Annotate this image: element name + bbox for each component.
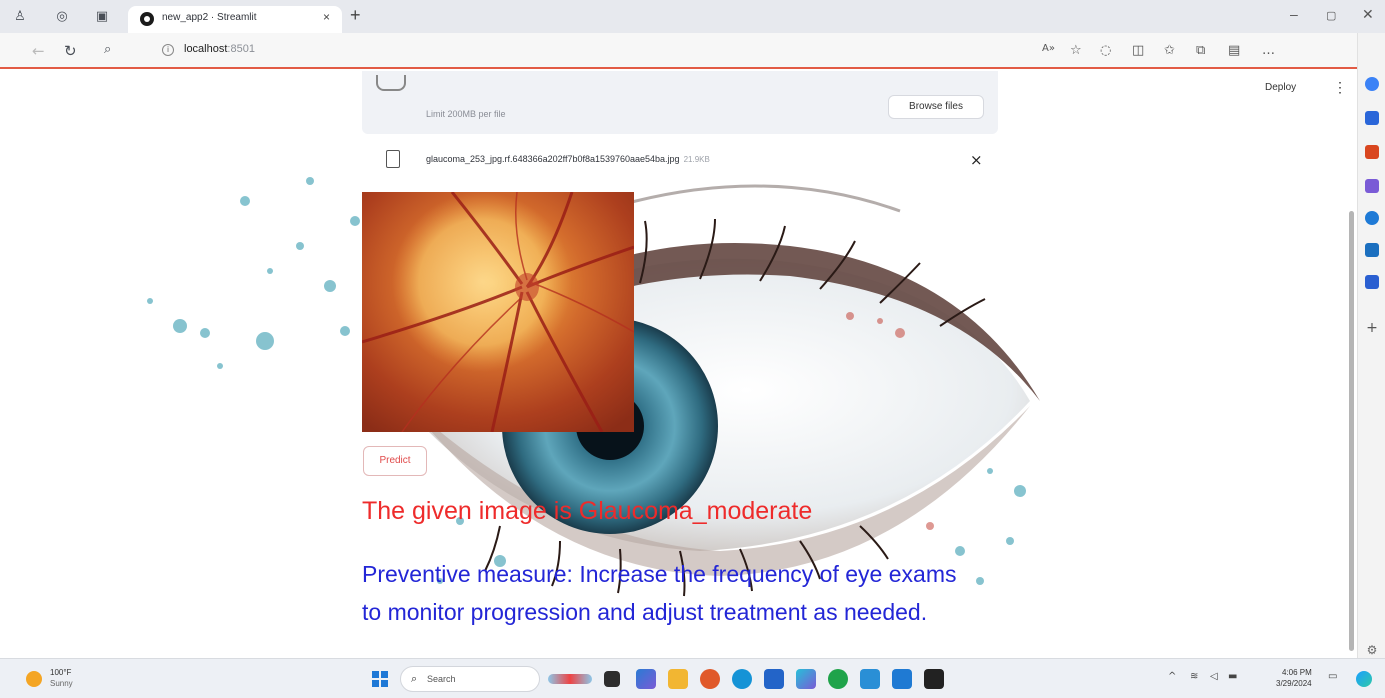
close-window-button[interactable]: ✕	[1362, 6, 1374, 23]
sidebar-search-icon[interactable]	[1365, 77, 1379, 91]
minimize-button[interactable]: –	[1290, 6, 1298, 22]
sidebar-add-icon[interactable]: +	[1365, 321, 1379, 335]
volume-icon[interactable]: ◁	[1210, 671, 1218, 682]
main-menu-button[interactable]: ⋮	[1333, 79, 1347, 96]
file-icon	[386, 150, 400, 168]
browser-title-bar: ♙ ◎ ▣ new_app2 · Streamlit × + – ▢ ✕	[0, 0, 1385, 33]
tray-chevron-icon[interactable]: ^	[1168, 671, 1176, 682]
uploaded-file-row: glaucoma_253_jpg.rf.648366a202ff7b0f8a15…	[362, 145, 998, 177]
copilot-tray-icon[interactable]	[1356, 671, 1372, 687]
sidebar-outlook-icon[interactable]	[1365, 243, 1379, 257]
file-uploader-dropzone[interactable]: Limit 200MB per file Browse files	[362, 71, 998, 134]
favorites-icon[interactable]: ✩	[1164, 43, 1175, 58]
windows-taskbar: 100°F Sunny ⌕ Search ^ ≋ ◁ ▬ 4:06 PM 3/2…	[0, 658, 1385, 698]
weather-sun-icon[interactable]	[26, 671, 42, 687]
uploaded-file-size: 21.9KB	[683, 155, 710, 164]
back-icon[interactable]: ←	[32, 42, 45, 60]
taskbar-search-label: Search	[427, 674, 456, 684]
browse-files-button[interactable]: Browse files	[888, 95, 984, 119]
copilot-app-icon[interactable]	[796, 669, 816, 689]
sidebar-tools-icon[interactable]	[1365, 145, 1379, 159]
wifi-icon[interactable]: ≋	[1190, 671, 1198, 682]
deploy-button[interactable]: Deploy	[1265, 82, 1296, 93]
restore-button[interactable]: ▢	[1326, 9, 1336, 22]
sidebar-settings-icon[interactable]: ⚙	[1365, 643, 1379, 657]
edge-sidebar: + ⚙	[1357, 33, 1385, 658]
start-button[interactable]	[372, 671, 388, 687]
vscode-icon[interactable]	[892, 669, 912, 689]
remove-file-button[interactable]: ×	[970, 151, 983, 169]
more-icon[interactable]: …	[1262, 43, 1275, 58]
tab-title: new_app2 · Streamlit	[162, 12, 257, 23]
clock-time[interactable]: 4:06 PM	[1282, 668, 1312, 677]
streamlit-page: Deploy ⋮ Limit 200MB per file Browse fil…	[0, 71, 1357, 658]
edge-icon[interactable]	[732, 669, 752, 689]
wallet-icon[interactable]: ▤	[1228, 43, 1240, 58]
sidebar-games-icon[interactable]	[1365, 179, 1379, 193]
store-icon[interactable]	[764, 669, 784, 689]
new-tab-button[interactable]: +	[350, 5, 361, 26]
url-field[interactable]	[146, 39, 1026, 63]
copilot-taskbar-icon[interactable]	[636, 669, 656, 689]
file-explorer-icon[interactable]	[668, 669, 688, 689]
taskbar-search-box[interactable]: ⌕ Search	[400, 666, 540, 692]
sidebar-office-icon[interactable]	[1365, 211, 1379, 225]
task-view-icon[interactable]	[604, 671, 620, 687]
split-screen-icon[interactable]: ◫	[1132, 43, 1144, 58]
browser-address-bar: ← ↻ ⌕ i localhost:8501 A» ☆ ◌ ◫ ✩ ⧉ ▤ …	[0, 33, 1385, 69]
read-aloud-icon[interactable]: A»	[1042, 43, 1055, 54]
pycharm-icon[interactable]	[860, 669, 880, 689]
weather-description: Sunny	[50, 679, 73, 688]
search-icon: ⌕	[411, 672, 418, 685]
uploaded-file-name: glaucoma_253_jpg.rf.648366a202ff7b0f8a15…	[426, 154, 710, 164]
profile-icon[interactable]: ♙	[12, 9, 28, 25]
tab-actions-icon[interactable]: ▣	[94, 9, 110, 25]
upload-cloud-icon	[376, 75, 406, 91]
search-icon[interactable]: ⌕	[104, 42, 111, 57]
prediction-result-text: The given image is Glaucoma_moderate	[362, 497, 813, 525]
predict-button[interactable]: Predict	[363, 446, 427, 476]
collections-icon[interactable]: ⧉	[1196, 43, 1205, 58]
battery-icon[interactable]: ▬	[1228, 671, 1237, 682]
preventive-measure-text: Preventive measure: Increase the frequen…	[362, 561, 957, 625]
streamlit-favicon-icon	[140, 12, 154, 26]
page-scrollbar[interactable]	[1349, 211, 1354, 651]
url-text[interactable]: localhost:8501	[184, 43, 255, 55]
upload-limit-text: Limit 200MB per file	[426, 109, 506, 119]
search-highlight-icon[interactable]	[548, 674, 592, 684]
clock-date[interactable]: 3/29/2024	[1276, 679, 1312, 688]
workspaces-icon[interactable]: ◎	[54, 9, 70, 25]
refresh-icon[interactable]: ↻	[64, 42, 77, 60]
sidebar-drop-icon[interactable]	[1365, 275, 1379, 289]
chrome-icon[interactable]	[700, 669, 720, 689]
extensions-icon[interactable]: ◌	[1100, 43, 1111, 58]
terminal-icon[interactable]	[924, 669, 944, 689]
spotify-icon[interactable]	[828, 669, 848, 689]
tab-close-button[interactable]: ×	[323, 10, 330, 24]
notification-icon[interactable]: ▭	[1328, 671, 1337, 682]
weather-temperature: 100°F	[50, 668, 72, 677]
site-info-icon[interactable]: i	[162, 44, 174, 56]
tab-streamlit[interactable]: new_app2 · Streamlit ×	[128, 6, 342, 33]
fundus-image	[362, 192, 634, 432]
favorite-icon[interactable]: ☆	[1070, 43, 1082, 58]
sidebar-shopping-icon[interactable]	[1365, 111, 1379, 125]
